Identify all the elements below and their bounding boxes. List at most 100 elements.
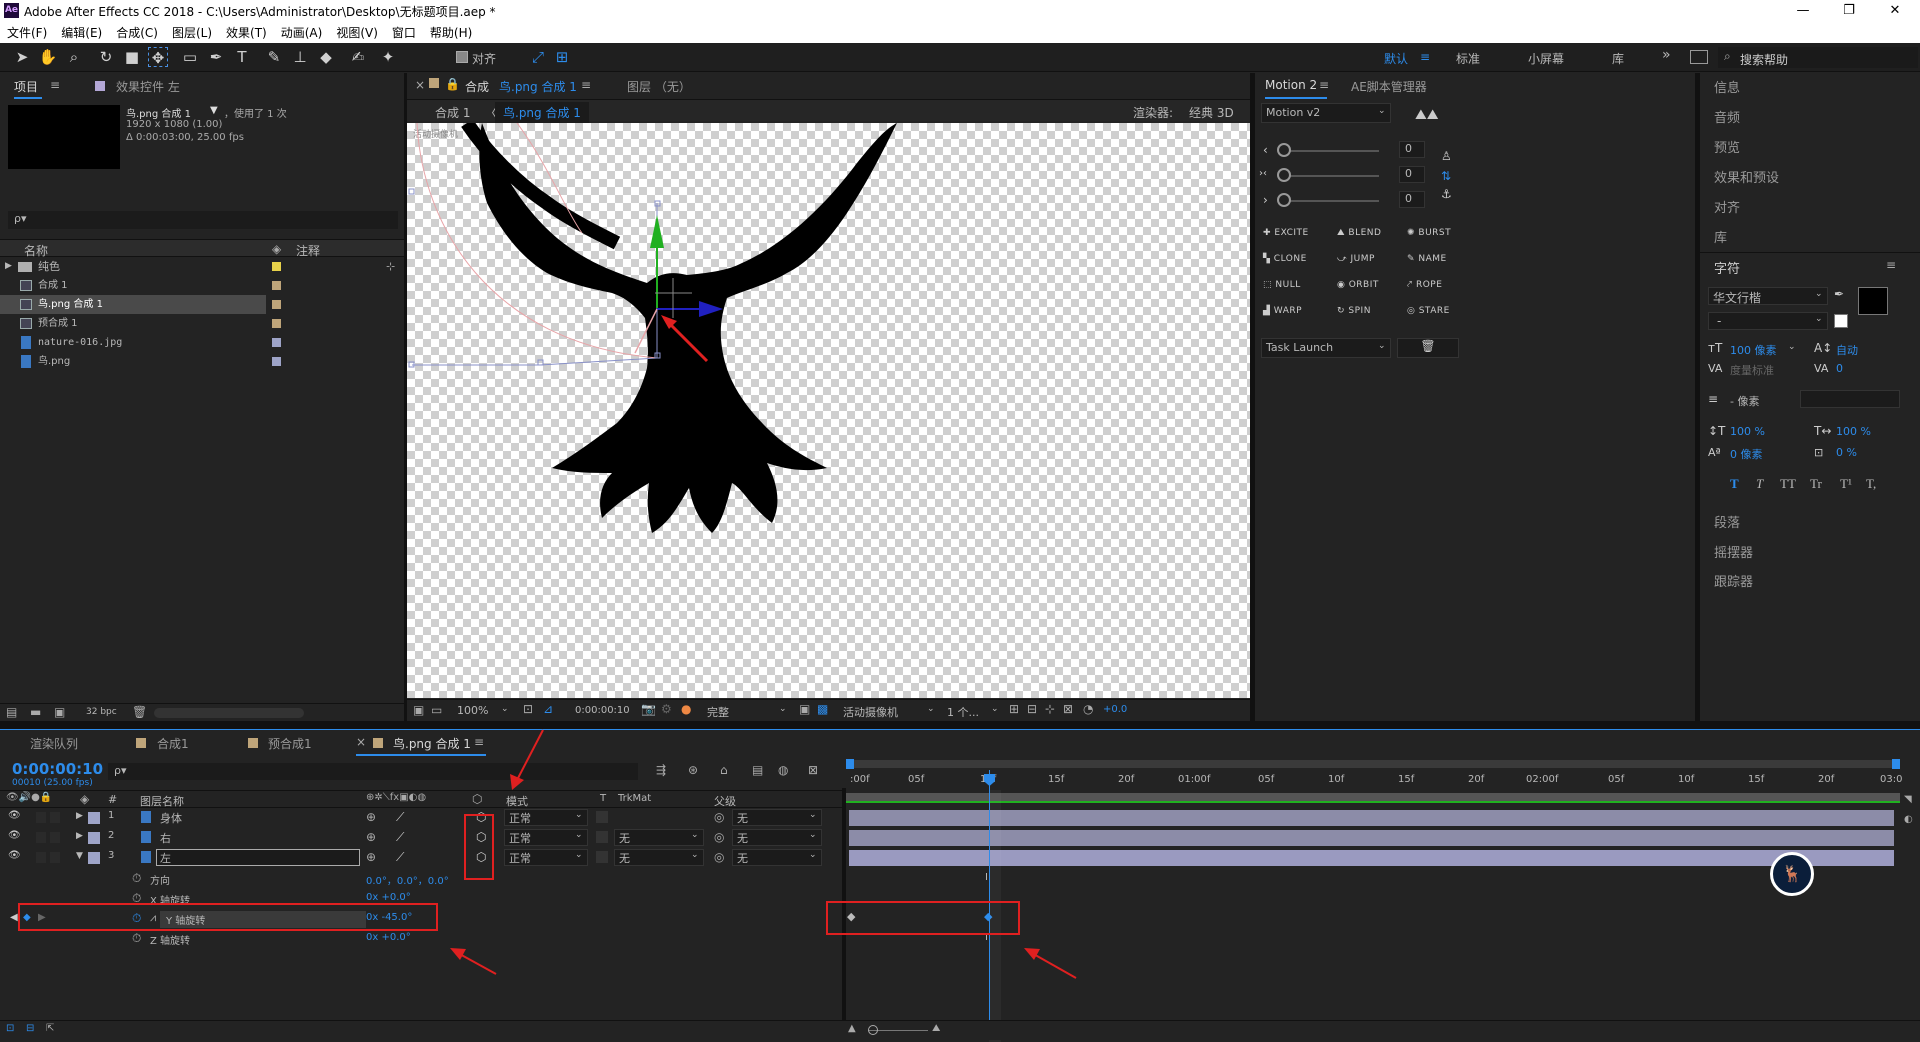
label-col-icon[interactable]: ◈ — [272, 242, 281, 256]
interpret-footage-icon[interactable]: ▤ — [6, 705, 17, 719]
paragraph-panel[interactable]: 段落 — [1714, 512, 1740, 531]
flowchart-icon[interactable]: ⊹ — [386, 257, 395, 276]
workspace-standard[interactable]: 标准 — [1456, 50, 1480, 67]
roto-brush-tool-icon[interactable]: ✍ — [348, 47, 368, 67]
font-size-value[interactable]: 100 像素 — [1730, 342, 1777, 358]
timeline-end-icon[interactable]: ◥ — [1904, 794, 1912, 805]
comp-button-icon[interactable]: ◐ — [1904, 814, 1913, 825]
current-time[interactable]: 0:00:00:10 — [575, 705, 630, 716]
list-item[interactable]: 鸟.png — [0, 352, 404, 371]
bpc-button[interactable]: 32 bpc — [86, 707, 117, 717]
info-panel[interactable]: 信息 — [1714, 77, 1740, 96]
superscript-button[interactable]: T¹ — [1840, 476, 1852, 492]
thumbnail-scrollbar[interactable] — [154, 708, 304, 718]
warp-button[interactable]: ▟ WARP — [1263, 306, 1302, 316]
zoom-out-icon[interactable]: ▲ — [848, 1023, 856, 1034]
workspace-more-icon[interactable]: » — [1662, 47, 1671, 63]
mountain-icon[interactable]: ⛰⛰ — [1415, 107, 1439, 123]
excite-button[interactable]: ✚ EXCITE — [1263, 228, 1309, 238]
motion-menu-icon[interactable]: ≡ — [1319, 78, 1329, 92]
snap-options-icon[interactable]: ⊞ — [552, 47, 572, 67]
kerning-value[interactable]: 度量标准 — [1730, 362, 1774, 378]
effects-presets-panel[interactable]: 效果和预设 — [1714, 167, 1779, 186]
stroke-width-value[interactable]: - 像素 — [1730, 393, 1759, 409]
region-of-interest-icon[interactable]: ⊠ — [1063, 702, 1073, 716]
task-delete-button[interactable]: 🗑 — [1397, 338, 1459, 358]
menu-help[interactable]: 帮助(H) — [423, 21, 479, 41]
clone-button[interactable]: ▚ CLONE — [1263, 254, 1307, 264]
subscript-button[interactable]: T, — [1866, 476, 1876, 492]
tab-composition-name[interactable]: 鸟.png 合成 1 — [499, 78, 577, 95]
ease-out-slider[interactable] — [1279, 200, 1379, 202]
menu-view[interactable]: 视图(V) — [329, 21, 385, 41]
align-panel[interactable]: 对齐 — [1714, 197, 1740, 216]
spin-button[interactable]: ↻ SPIN — [1337, 306, 1371, 316]
fill-color-swatch[interactable] — [1858, 287, 1888, 315]
breadcrumb-comp1[interactable]: 合成 1 — [435, 104, 470, 121]
expand-duration-icon[interactable]: ⇱ — [46, 1023, 54, 1034]
rectangle-tool-icon[interactable]: ▭ — [180, 47, 200, 67]
faux-bold-button[interactable]: T — [1730, 476, 1739, 492]
align-checkbox[interactable] — [456, 51, 468, 63]
clone-stamp-tool-icon[interactable]: ⊥ — [290, 47, 310, 67]
zoom-tool-icon[interactable]: ⌕ — [64, 47, 84, 67]
views-dropdown[interactable]: 1 个... — [947, 704, 979, 720]
menu-composition[interactable]: 合成(C) — [109, 21, 165, 41]
workspace-library[interactable]: 库 — [1612, 50, 1624, 67]
new-folder-icon[interactable]: ▬ — [30, 705, 41, 719]
leading-value[interactable]: 自动 — [1836, 342, 1858, 358]
exposure-reset-icon[interactable]: ◔ — [1083, 702, 1093, 716]
exposure-value[interactable]: +0.0 — [1103, 704, 1127, 715]
close-button[interactable]: ✕ — [1872, 0, 1918, 21]
small-caps-button[interactable]: Tr — [1810, 476, 1822, 492]
burst-button[interactable]: ✺ BURST — [1407, 228, 1451, 238]
tracker-panel[interactable]: 跟踪器 — [1714, 571, 1753, 590]
breadcrumb-current[interactable]: 鸟.png 合成 1 — [495, 102, 589, 123]
project-menu-icon[interactable]: ≡ — [50, 78, 60, 92]
rotate-tool-icon[interactable]: ↻ — [96, 47, 116, 67]
faux-italic-button[interactable]: T — [1756, 476, 1763, 492]
channel-icon[interactable]: ● — [681, 702, 691, 716]
list-item[interactable]: nature-016.jpg — [0, 333, 404, 352]
monitor-icon[interactable]: ▭ — [431, 703, 442, 717]
task-launch-select[interactable]: Task Launch ⌄ — [1261, 338, 1391, 358]
project-search-input[interactable]: ρ▾ — [8, 211, 398, 229]
null-button[interactable]: ⬚ NULL — [1263, 280, 1301, 290]
anchor-icon-2[interactable]: ⇅ — [1441, 169, 1451, 183]
ease-in-slider[interactable] — [1279, 150, 1379, 152]
monitor-icon[interactable] — [1690, 50, 1708, 64]
tracking-value[interactable]: 0 — [1836, 362, 1843, 375]
hand-tool-icon[interactable]: ✋ — [38, 47, 58, 67]
minimize-button[interactable]: — — [1780, 0, 1826, 21]
anchor-icon-1[interactable]: ♙ — [1441, 149, 1452, 163]
pen-tool-icon[interactable]: ✒ — [206, 47, 226, 67]
comp-dropdown-icon[interactable]: ▼ — [210, 105, 218, 116]
font-style-select[interactable]: - ⌄ — [1708, 312, 1828, 330]
list-item[interactable]: 预合成 1 — [0, 314, 404, 333]
camera-dropdown[interactable]: 活动摄像机 — [843, 704, 898, 720]
snapshot-icon[interactable]: 📷 — [641, 702, 656, 716]
eyedropper-icon[interactable]: ✒ — [1834, 287, 1844, 301]
expand-switches-icon[interactable]: ⊡ — [6, 1023, 14, 1034]
search-help-input[interactable]: 搜索帮助 — [1740, 51, 1788, 68]
safe-zones-icon[interactable]: ⊡ — [523, 702, 533, 716]
stroke-color-swatch[interactable] — [1834, 314, 1848, 328]
close-tab-icon[interactable]: × — [415, 78, 425, 92]
timeline-icon[interactable]: ⊟ — [1027, 702, 1037, 716]
motion-version-select[interactable]: Motion v2 ⌄ — [1261, 103, 1391, 123]
name-button[interactable]: ✎ NAME — [1407, 254, 1447, 264]
fast-preview-icon[interactable]: ⊞ — [1009, 702, 1019, 716]
tab-composition[interactable]: 合成 — [465, 78, 489, 95]
font-family-select[interactable]: 华文行楷 ⌄ — [1708, 287, 1828, 305]
maximize-button[interactable]: ❐ — [1826, 0, 1872, 21]
always-preview-icon[interactable]: ▣ — [413, 703, 424, 717]
selection-tool-icon[interactable]: ➤ — [12, 47, 32, 67]
vertical-scale-value[interactable]: 100 % — [1730, 425, 1765, 438]
expand-modes-icon[interactable]: ⊟ — [26, 1023, 34, 1034]
transparency-grid-icon[interactable]: ▩ — [817, 702, 828, 716]
tsume-value[interactable]: 0 % — [1836, 446, 1857, 459]
puppet-tool-icon[interactable]: ✦ — [378, 47, 398, 67]
rope-button[interactable]: ⤤ ROPE — [1407, 280, 1442, 290]
lock-icon[interactable]: 🔒 — [445, 77, 460, 91]
zoom-dropdown[interactable]: 100% — [457, 704, 488, 717]
